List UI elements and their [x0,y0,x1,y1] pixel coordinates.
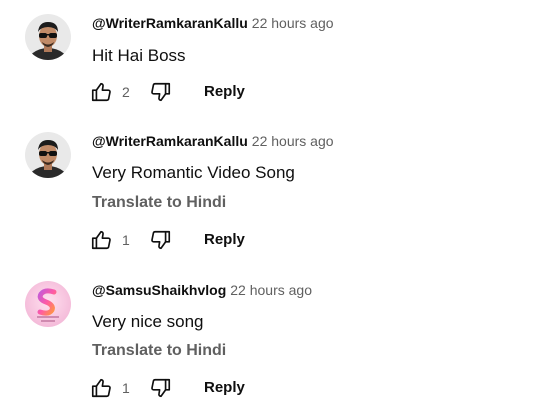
like-icon[interactable] [90,377,112,399]
vlog-logo-icon [25,281,71,327]
comment-time[interactable]: 22 hours ago [230,282,312,298]
comment-text: Very nice song [92,312,204,331]
comment-author[interactable]: @WriterRamkaranKallu [92,133,248,149]
dislike-icon[interactable] [150,377,172,399]
comment-text: Very Romantic Video Song [92,163,295,182]
like-icon[interactable] [90,229,112,251]
reply-button[interactable]: Reply [204,379,245,396]
comment-time[interactable]: 22 hours ago [252,133,334,149]
comment-text: Hit Hai Boss [92,46,186,65]
like-count: 1 [122,232,130,248]
reply-button[interactable]: Reply [204,231,245,248]
man-avatar-icon [25,14,71,60]
comment-author[interactable]: @WriterRamkaranKallu [92,15,248,31]
comment-time[interactable]: 22 hours ago [252,15,334,31]
avatar[interactable] [25,132,71,178]
like-count: 2 [122,84,130,100]
translate-button[interactable]: Translate to Hindi [92,193,226,213]
dislike-icon[interactable] [150,81,172,103]
like-count: 1 [122,380,130,396]
reply-button[interactable]: Reply [204,83,245,100]
dislike-icon[interactable] [150,229,172,251]
translate-button[interactable]: Translate to Hindi [92,341,226,361]
comment-header: @WriterRamkaranKallu 22 hours ago [92,14,334,33]
man-avatar-icon [25,132,71,178]
comment-header: @SamsuShaikhvlog 22 hours ago [92,281,312,300]
avatar[interactable] [25,281,71,327]
comment-header: @WriterRamkaranKallu 22 hours ago [92,132,334,151]
like-icon[interactable] [90,81,112,103]
comment-author[interactable]: @SamsuShaikhvlog [92,282,226,298]
avatar[interactable] [25,14,71,60]
